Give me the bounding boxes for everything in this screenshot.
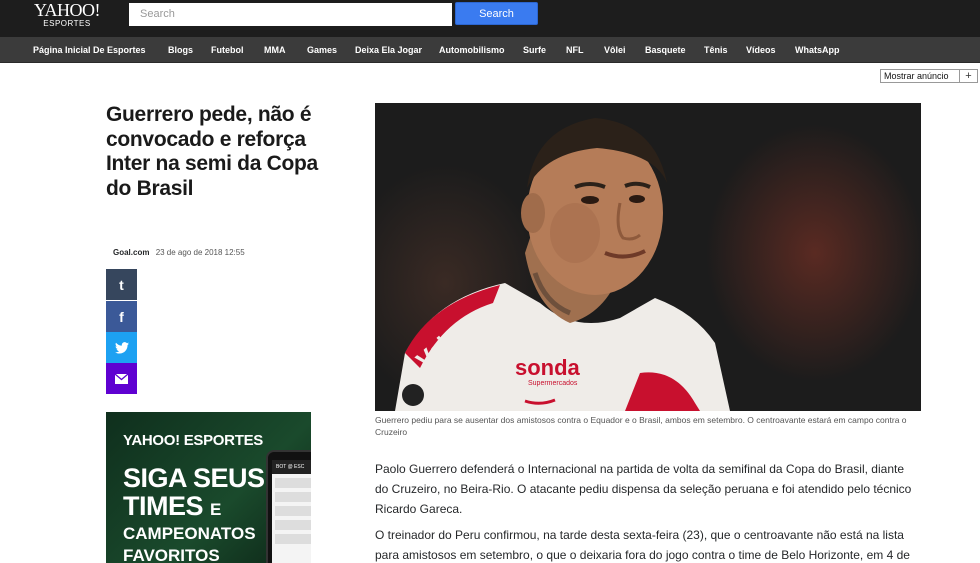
article-hero-image: sonda Supermercados Vejo xyxy=(375,103,921,411)
promo-subheadline: CAMPEONATOS FAVORITOS xyxy=(123,523,256,563)
nav-item-nfl[interactable]: NFL xyxy=(566,37,584,63)
phone-mockup: BOT @ ESC xyxy=(266,450,311,563)
share-email-button[interactable] xyxy=(106,363,137,394)
nav-item-games[interactable]: Games xyxy=(307,37,337,63)
article-title: Guerrero pede, não é convocado e reforça… xyxy=(106,103,318,200)
search-input[interactable]: Search xyxy=(129,3,452,26)
phone-screen-row xyxy=(275,492,311,502)
facebook-icon: f xyxy=(119,308,124,325)
share-facebook-button[interactable]: f xyxy=(106,301,137,332)
top-header: YAHOO! ESPORTES Search Search xyxy=(0,0,980,37)
byline: Goal.com 23 de ago de 2018 12:55 xyxy=(113,248,245,257)
nav-item-home[interactable]: Página Inicial De Esportes xyxy=(33,37,146,63)
logo-main-text: YAHOO! xyxy=(34,0,101,20)
promo-line-1a: SIGA SEUS xyxy=(123,463,265,493)
promo-line-1b: TIMES xyxy=(123,491,204,521)
image-caption: Guerrero pediu para se ausentar dos amis… xyxy=(375,415,907,437)
phone-screen: BOT @ ESC xyxy=(272,460,311,563)
jersey-sponsor-subtext: Supermercados xyxy=(528,380,578,387)
nav-item-blogs[interactable]: Blogs xyxy=(168,37,193,63)
phone-screen-row xyxy=(275,478,311,488)
sports-nav: Página Inicial De Esportes Blogs Futebol… xyxy=(0,37,980,63)
expand-ad-icon[interactable]: + xyxy=(959,70,977,82)
promo-logo: YAHOO! ESPORTES xyxy=(123,432,263,449)
share-twitter-button[interactable] xyxy=(106,332,137,363)
share-tumblr-button[interactable]: t xyxy=(106,269,137,300)
jersey-sponsor-text: sonda xyxy=(515,355,581,380)
article-date: 23 de ago de 2018 12:55 xyxy=(155,248,245,257)
nav-item-automobilismo[interactable]: Automobilismo xyxy=(439,37,505,63)
yahoo-esportes-promo-ad[interactable]: YAHOO! ESPORTES SIGA SEUS TIMES E CAMPEO… xyxy=(106,412,311,563)
article-paragraph: Paolo Guerrero defenderá o Internacional… xyxy=(375,462,912,516)
nav-item-videos[interactable]: Vídeos xyxy=(746,37,776,63)
twitter-icon xyxy=(114,341,129,354)
mail-icon xyxy=(115,373,128,384)
nav-item-deixa-ela-jogar[interactable]: Deixa Ela Jogar xyxy=(355,37,422,63)
yahoo-esportes-logo[interactable]: YAHOO! ESPORTES xyxy=(34,0,101,28)
nav-item-tenis[interactable]: Tênis xyxy=(704,37,728,63)
nav-item-basquete[interactable]: Basquete xyxy=(645,37,686,63)
nav-item-surfe[interactable]: Surfe xyxy=(523,37,546,63)
promo-headline: SIGA SEUS TIMES E xyxy=(123,464,265,524)
promo-line-2a: CAMPEONATOS xyxy=(123,524,256,543)
article-paragraph: O treinador do Peru confirmou, na tarde … xyxy=(375,528,910,562)
phone-screen-header: BOT @ ESC xyxy=(272,460,311,474)
article-source[interactable]: Goal.com xyxy=(113,248,149,257)
tumblr-icon: t xyxy=(119,276,124,293)
show-ad-toggle[interactable]: Mostrar anúncio + xyxy=(880,69,978,83)
show-ad-label: Mostrar anúncio xyxy=(884,71,949,81)
phone-screen-row xyxy=(275,534,311,544)
promo-line-1b-small: E xyxy=(210,500,221,519)
nav-item-volei[interactable]: Vôlei xyxy=(604,37,626,63)
nav-item-whatsapp[interactable]: WhatsApp xyxy=(795,37,840,63)
phone-screen-row xyxy=(275,506,311,516)
search-button[interactable]: Search xyxy=(455,2,538,25)
promo-line-2b: FAVORITOS xyxy=(123,546,220,563)
player-photo: sonda Supermercados Vejo xyxy=(395,118,730,411)
logo-sub-text: ESPORTES xyxy=(43,19,91,28)
nav-item-mma[interactable]: MMA xyxy=(264,37,286,63)
nav-item-futebol[interactable]: Futebol xyxy=(211,37,244,63)
phone-screen-row xyxy=(275,520,311,530)
